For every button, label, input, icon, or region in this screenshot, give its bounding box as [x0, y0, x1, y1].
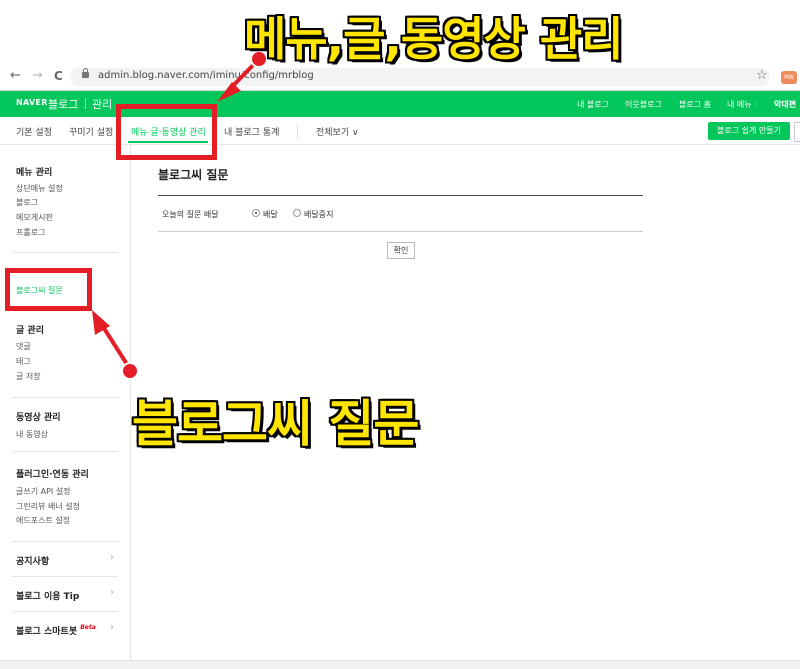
caption-bottom: 블로그씨 질문: [132, 395, 419, 453]
annotation-arrows: [92, 50, 268, 380]
arrow-head-top: [217, 82, 241, 102]
arrow-dot-bottom: [121, 362, 139, 380]
caption-top: 메뉴,글,동영상 관리: [244, 12, 624, 66]
